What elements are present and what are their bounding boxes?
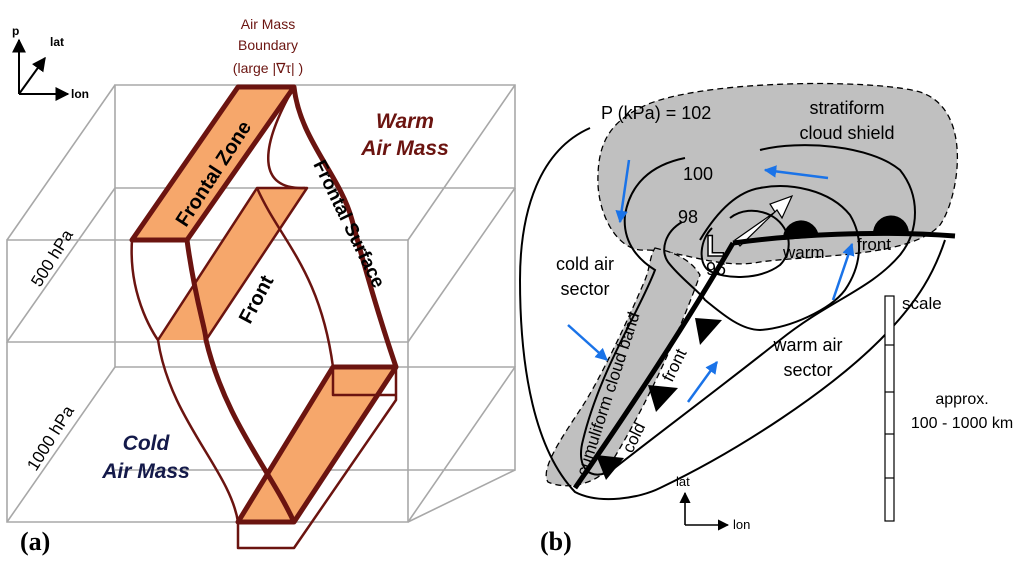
axis-label-lat-b: lat — [676, 474, 690, 489]
warm-front-word2: front — [857, 235, 891, 254]
pressure-label-100: 100 — [683, 164, 713, 184]
axis-label-lat: lat — [50, 35, 64, 49]
stratiform-label-line2: cloud shield — [799, 123, 894, 143]
scale-text-line2: 100 - 1000 km — [911, 415, 1013, 432]
panel-a-label: (a) — [20, 527, 50, 556]
boundary-title-line3: (large |∇τ| ) — [233, 60, 303, 76]
panel-b: P (kPa) = 102 100 98 96 L stratiform clo… — [518, 82, 1013, 556]
warm-sector-label-line2: sector — [783, 360, 832, 380]
figure-canvas: p lat lon Air Mass Boundary (large |∇τ| … — [6, 16, 1013, 556]
boundary-title-line2: Boundary — [238, 37, 298, 53]
scale-title: scale — [902, 294, 942, 313]
level-500-label: 500 hPa — [27, 226, 77, 290]
cold-front-triangle — [695, 318, 722, 345]
cold-front-triangle — [648, 385, 678, 412]
axes-glyph-b — [679, 491, 730, 531]
cold-air-mass-line2: Air Mass — [101, 460, 190, 483]
axis-label-lon-b: lon — [733, 517, 750, 532]
boundary-title-line1: Air Mass — [241, 16, 295, 32]
level-1000-label: 1000 hPa — [23, 402, 78, 474]
axis-label-p: p — [12, 24, 19, 38]
axis-label-lon: lon — [71, 87, 89, 101]
frontal-surface-label: Frontal Surface — [309, 157, 389, 291]
panel-b-label: (b) — [540, 527, 572, 556]
pressure-label-98: 98 — [678, 207, 698, 227]
scale-text-line1: approx. — [935, 391, 988, 408]
cold-air-mass-line1: Cold — [123, 432, 171, 455]
cold-sector-label-line1: cold air — [556, 254, 614, 274]
scale-bar — [884, 295, 895, 522]
panel-a: p lat lon Air Mass Boundary (large |∇τ| … — [6, 16, 516, 556]
pressure-label-102: P (kPa) = 102 — [601, 103, 711, 123]
warm-air-mass-line1: Warm — [376, 110, 434, 133]
warm-air-mass-line2: Air Mass — [360, 137, 449, 160]
stratiform-label-line1: stratiform — [809, 98, 884, 118]
warm-sector-label-line1: warm air — [772, 335, 842, 355]
warm-front-word1: warm — [782, 243, 825, 262]
cold-sector-label-line2: sector — [560, 279, 609, 299]
